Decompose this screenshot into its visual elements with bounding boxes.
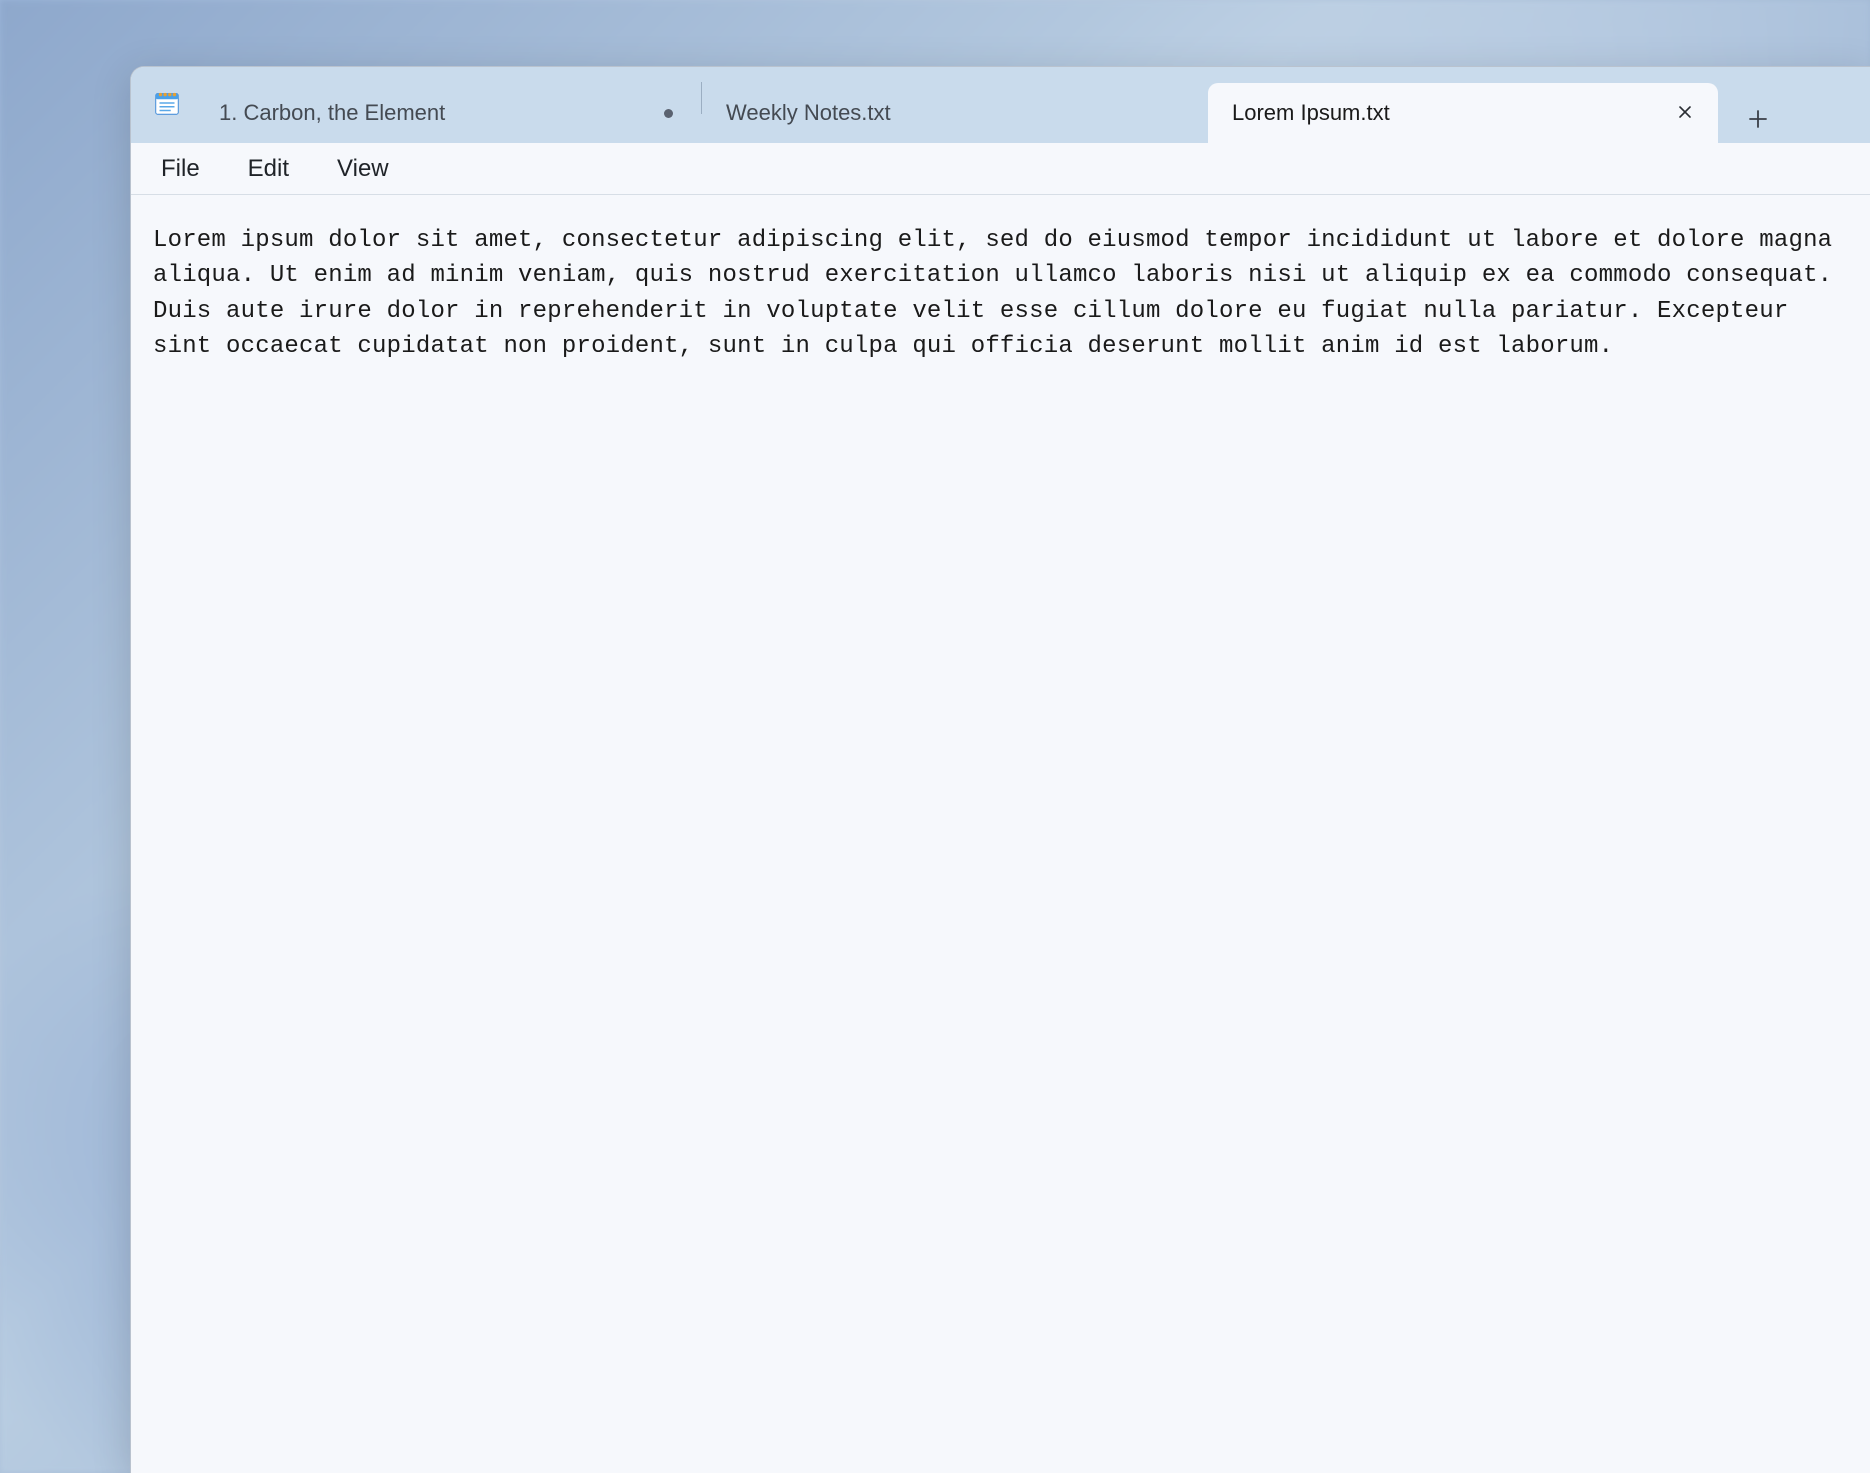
notepad-icon bbox=[152, 88, 182, 123]
titlebar[interactable]: 1. Carbon, the Element Weekly Notes.txt … bbox=[131, 67, 1870, 143]
tab-label: Lorem Ipsum.txt bbox=[1232, 100, 1648, 126]
tab-label: 1. Carbon, the Element bbox=[219, 100, 631, 126]
tab-label: Weekly Notes.txt bbox=[726, 100, 1138, 126]
menu-file[interactable]: File bbox=[137, 149, 224, 189]
new-tab-button[interactable] bbox=[1730, 108, 1786, 135]
notepad-window: 1. Carbon, the Element Weekly Notes.txt … bbox=[130, 66, 1870, 1473]
menubar: File Edit View bbox=[131, 143, 1870, 195]
tab-carbon-element[interactable]: 1. Carbon, the Element bbox=[195, 83, 701, 143]
tab-unsaved-indicator[interactable] bbox=[651, 109, 685, 118]
app-icon-container bbox=[139, 67, 195, 143]
close-icon bbox=[1677, 100, 1693, 126]
plus-icon bbox=[1747, 108, 1769, 135]
unsaved-dot-icon bbox=[664, 109, 673, 118]
menu-view[interactable]: View bbox=[313, 149, 413, 189]
menu-edit[interactable]: Edit bbox=[224, 149, 313, 189]
tab-close-button[interactable] bbox=[1668, 96, 1702, 130]
text-editor[interactable]: Lorem ipsum dolor sit amet, consectetur … bbox=[131, 195, 1870, 1473]
tab-lorem-ipsum[interactable]: Lorem Ipsum.txt bbox=[1208, 83, 1718, 143]
tabs-row: 1. Carbon, the Element Weekly Notes.txt … bbox=[195, 67, 1870, 143]
tab-weekly-notes[interactable]: Weekly Notes.txt bbox=[702, 83, 1208, 143]
